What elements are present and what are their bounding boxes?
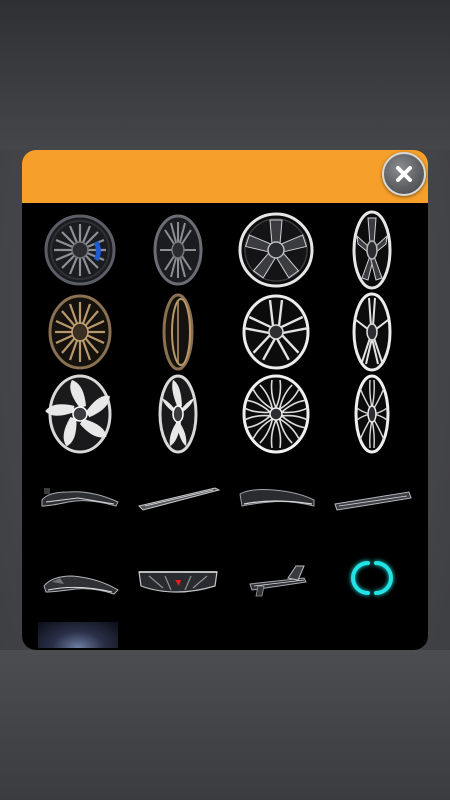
- wheel-multi-spoke-chrome[interactable]: [226, 374, 326, 454]
- close-icon: [396, 166, 412, 182]
- background-night-sky[interactable]: [38, 622, 118, 648]
- wheel-icon: [238, 212, 314, 288]
- wheel-multi-spoke-chrome-angled[interactable]: [322, 374, 422, 454]
- side-skirt-1[interactable]: [128, 456, 228, 536]
- wheel-icon: [162, 293, 194, 371]
- wheel-icon: [153, 214, 203, 286]
- wheel-bronze-mesh-side[interactable]: [128, 292, 228, 372]
- popup-header: [22, 150, 428, 203]
- neon-underglow-cyan[interactable]: [322, 538, 422, 618]
- wheel-turbine-silver-angled[interactable]: [128, 374, 228, 454]
- wheel-5-spoke-black-angled[interactable]: [322, 210, 422, 290]
- front-lip-spoiler-1[interactable]: [30, 456, 130, 536]
- bodykit-icon: [138, 571, 218, 593]
- wheel-icon: [44, 214, 116, 286]
- wheel-twin-spoke-silver-angled[interactable]: [322, 292, 422, 372]
- wheel-icon: [354, 374, 390, 454]
- wheel-icon: [352, 210, 392, 290]
- wheel-turbine-silver[interactable]: [30, 374, 130, 454]
- backdrop-top: [0, 0, 450, 150]
- wheel-5-spoke-black[interactable]: [226, 210, 326, 290]
- rear-spoiler-wing[interactable]: [226, 538, 326, 618]
- wheel-icon: [158, 374, 198, 454]
- bodykit-icon: [41, 488, 119, 507]
- bodykit-icon: [249, 565, 307, 597]
- bodykit-icon: [43, 575, 119, 595]
- front-lip-spoiler-2[interactable]: [226, 456, 326, 536]
- front-splitter-1[interactable]: [30, 538, 130, 618]
- bodykit-icon: [239, 489, 315, 507]
- backdrop-bottom: [0, 650, 450, 800]
- wheel-twin-spoke-silver[interactable]: [226, 292, 326, 372]
- wheel-icon: [242, 374, 310, 454]
- wheel-mesh-dark-angled[interactable]: [128, 210, 228, 290]
- side-skirt-2[interactable]: [322, 456, 422, 536]
- wheel-bronze-mesh[interactable]: [30, 292, 130, 372]
- bodykit-icon: [334, 491, 412, 511]
- bodykit-icon: [138, 487, 221, 511]
- wheel-icon: [352, 292, 392, 372]
- close-button[interactable]: [382, 152, 426, 196]
- rear-diffuser-red-light[interactable]: [128, 538, 228, 618]
- wheel-icon: [242, 294, 310, 370]
- neon-icon: [351, 561, 393, 595]
- wheel-icon: [45, 374, 112, 454]
- wheel-icon: [48, 294, 112, 370]
- wheel-mesh-blue-caliper[interactable]: [30, 210, 130, 290]
